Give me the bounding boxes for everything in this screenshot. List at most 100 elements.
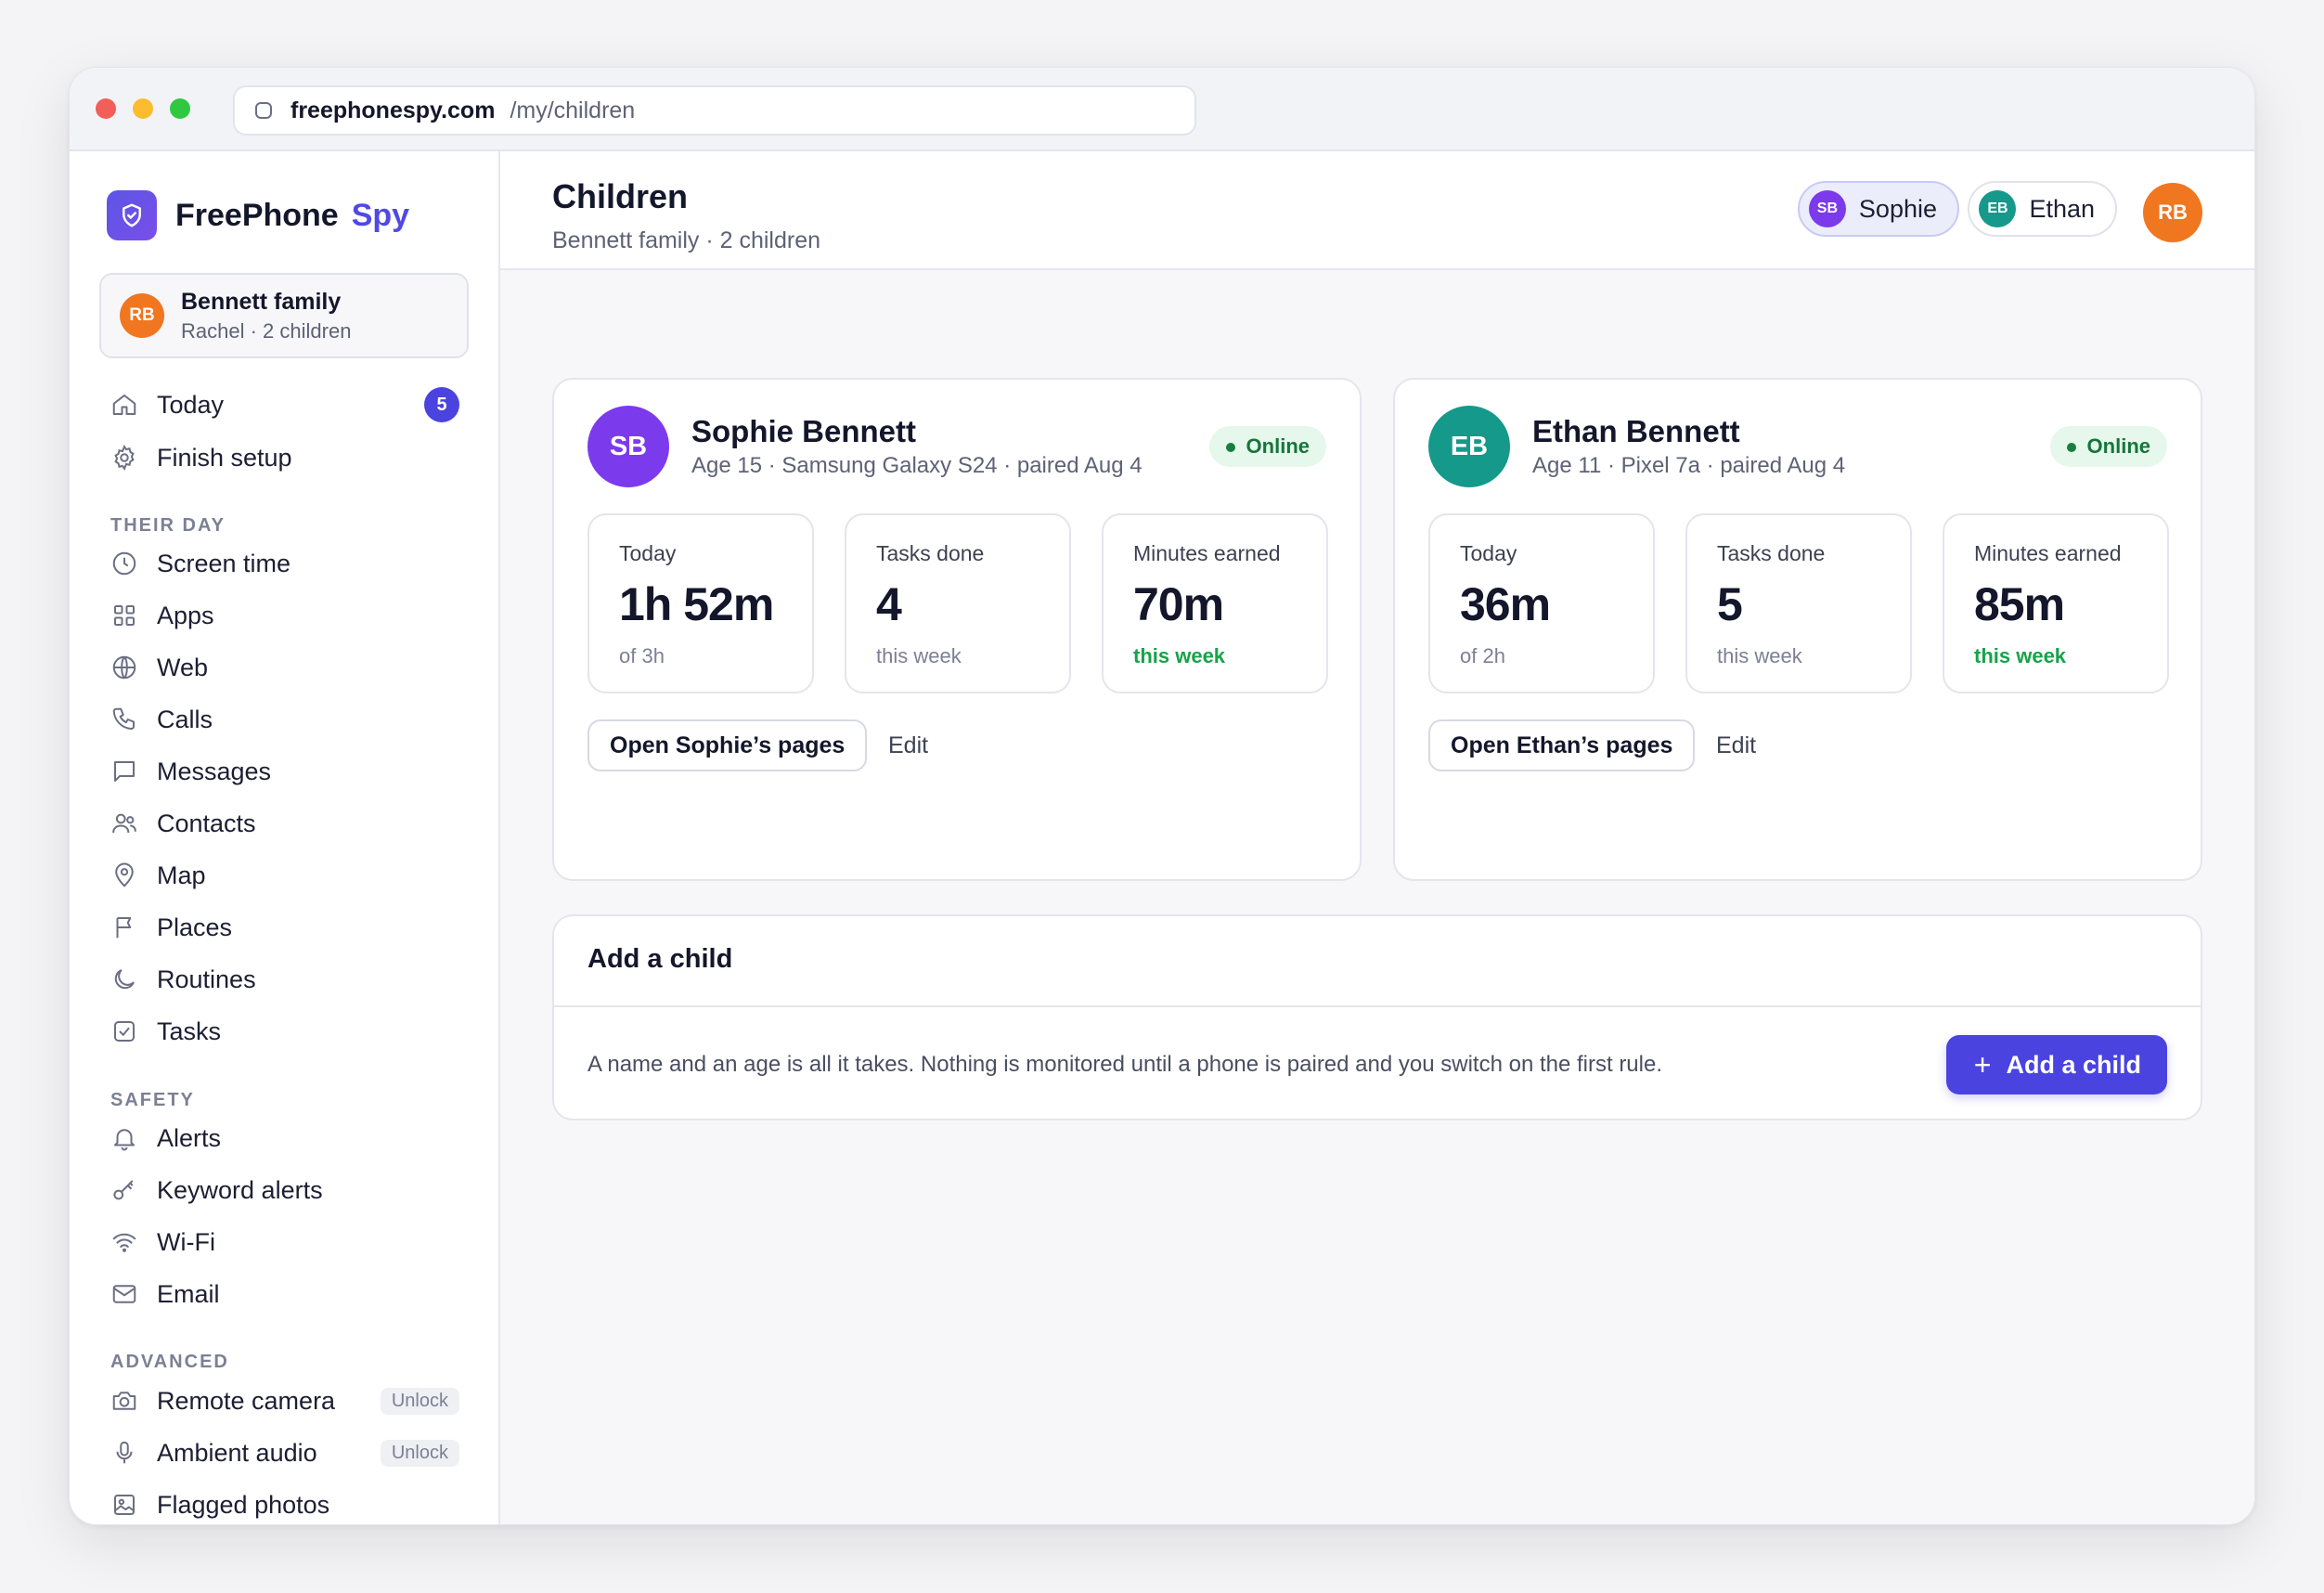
sidebar-item-flagged-photos[interactable]: Flagged photos — [97, 1481, 471, 1524]
sidebar-item-label: Calls — [157, 705, 213, 733]
stat-value: 1h 52m — [619, 578, 774, 630]
sidebar-item-ambient-audio[interactable]: Ambient audio Unlock — [97, 1429, 471, 1477]
avatar: RB — [120, 293, 164, 338]
brand[interactable]: FreePhone Spy — [107, 190, 409, 240]
sidebar-item-keyword-alerts[interactable]: Keyword alerts — [97, 1166, 471, 1214]
avatar: SB — [587, 406, 669, 487]
add-child-button[interactable]: + Add a child — [1945, 1035, 2167, 1094]
child-chip-sophie[interactable]: SB Sophie — [1797, 181, 1959, 237]
section-title-their-day: THEIR DAY — [110, 515, 226, 536]
globe-icon — [112, 655, 136, 680]
stat-value: 5 — [1717, 578, 1743, 630]
sidebar-item-label: Ambient audio — [157, 1438, 317, 1467]
child-chip-ethan[interactable]: EB Ethan — [1968, 181, 2117, 237]
stat-minutes-earned: Minutes earned 70m this week — [1102, 513, 1328, 693]
sidebar: FreePhone Spy RB Bennett family Rachel ·… — [70, 151, 500, 1524]
stat-sub: of 2h — [1460, 644, 1505, 667]
stat-value: 70m — [1133, 578, 1224, 630]
sidebar-item-today[interactable]: Today 5 — [97, 381, 471, 429]
url-path: /my/children — [510, 97, 636, 123]
stat-label: Minutes earned — [1133, 541, 1281, 565]
button-label: Add a child — [2006, 1050, 2141, 1079]
unlock-badge: Unlock — [380, 1387, 459, 1415]
child-name: Sophie Bennett — [691, 414, 917, 448]
stat-tasks-done: Tasks done 5 this week — [1685, 513, 1912, 693]
stat-tasks-done: Tasks done 4 this week — [845, 513, 1071, 693]
sidebar-item-alerts[interactable]: Alerts — [97, 1114, 471, 1162]
sidebar-item-calls[interactable]: Calls — [97, 695, 471, 744]
stat-label: Today — [619, 541, 677, 565]
sidebar-item-tasks[interactable]: Tasks — [97, 1007, 471, 1056]
brand-name: FreePhone — [175, 197, 339, 233]
page-header: Children Bennett family · 2 children SB … — [500, 151, 2254, 270]
title-bar: freephonespy.com /my/children — [70, 68, 2254, 151]
users-icon — [112, 813, 136, 834]
wifi-icon — [112, 1233, 136, 1252]
chip-label: Ethan — [2029, 194, 2095, 223]
chat-icon — [114, 761, 135, 782]
sidebar-item-label: Email — [157, 1279, 220, 1308]
status-badge: Online — [2049, 426, 2167, 467]
open-child-pages-button[interactable]: Open Sophie’s pages — [587, 719, 868, 771]
stat-today: Today 36m of 2h — [1428, 513, 1655, 693]
edit-child-button[interactable]: Edit — [1716, 719, 1756, 771]
sidebar-item-apps[interactable]: Apps — [97, 591, 471, 640]
stat-sub: this week — [876, 644, 962, 667]
sidebar-item-label: Places — [157, 913, 233, 941]
sidebar-item-messages[interactable]: Messages — [97, 747, 471, 796]
moon-icon — [114, 969, 135, 990]
sidebar-item-web[interactable]: Web — [97, 643, 471, 692]
close-window-button[interactable] — [96, 98, 116, 119]
sidebar-item-label: Map — [157, 861, 206, 889]
child-card-ethan: EB Ethan Bennett Age 11 · Pixel 7a · pai… — [1393, 378, 2202, 881]
status-badge: Online — [1208, 426, 1326, 467]
sidebar-item-routines[interactable]: Routines — [97, 955, 471, 1004]
microphone-icon — [116, 1441, 133, 1464]
avatar: EB — [1428, 406, 1510, 487]
address-bar[interactable]: freephonespy.com /my/children — [233, 85, 1196, 136]
sidebar-item-screen-time[interactable]: Screen time — [97, 539, 471, 588]
stat-sub: of 3h — [619, 644, 665, 667]
bell-icon — [114, 1129, 135, 1151]
sidebar-item-map[interactable]: Map — [97, 851, 471, 900]
family-name: Bennett family — [181, 288, 342, 315]
open-child-pages-button[interactable]: Open Ethan’s pages — [1428, 719, 1696, 771]
sidebar-item-remote-camera[interactable]: Remote camera Unlock — [97, 1377, 471, 1425]
sidebar-item-label: Web — [157, 653, 209, 681]
sidebar-item-places[interactable]: Places — [97, 903, 471, 952]
plus-icon: + — [1973, 1047, 1992, 1081]
sidebar-item-contacts[interactable]: Contacts — [97, 799, 471, 848]
avatar: EB — [1979, 190, 2017, 227]
notification-badge: 5 — [424, 387, 459, 422]
sidebar-item-label: Messages — [157, 757, 272, 785]
shield-logo-icon — [107, 190, 157, 240]
edit-child-button[interactable]: Edit — [888, 719, 928, 771]
sidebar-item-label: Contacts — [157, 809, 256, 837]
main-content: Children Bennett family · 2 children SB … — [500, 151, 2254, 1524]
add-child-title: Add a child — [587, 944, 733, 974]
user-avatar[interactable]: RB — [2143, 183, 2202, 242]
lock-icon — [255, 102, 272, 119]
stat-value: 4 — [876, 578, 902, 630]
browser-window: freephonespy.com /my/children FreePhone … — [69, 67, 2255, 1525]
phone-icon — [112, 707, 135, 730]
sidebar-item-label: Finish setup — [157, 443, 292, 472]
child-card-sophie: SB Sophie Bennett Age 15 · Samsung Galax… — [552, 378, 1362, 881]
sidebar-item-email[interactable]: Email — [97, 1270, 471, 1318]
sidebar-item-wifi[interactable]: Wi-Fi — [97, 1218, 471, 1266]
image-icon — [114, 1495, 135, 1515]
brand-accent: Spy — [351, 197, 410, 233]
add-child-description: A name and an age is all it takes. Nothi… — [587, 1052, 1662, 1077]
stat-minutes-earned: Minutes earned 85m this week — [1943, 513, 2169, 693]
stat-sub: this week — [1974, 644, 2067, 667]
sidebar-item-finish-setup[interactable]: Finish setup — [97, 434, 471, 482]
family-switcher[interactable]: RB Bennett family Rachel · 2 children — [99, 273, 469, 358]
sidebar-item-label: Routines — [157, 965, 256, 993]
stat-label: Tasks done — [1717, 541, 1826, 565]
sidebar-item-label: Flagged photos — [157, 1490, 330, 1519]
family-sub: Rachel · 2 children — [181, 318, 352, 343]
gear-icon — [114, 444, 135, 472]
maximize-window-button[interactable] — [170, 98, 190, 119]
section-title-advanced: ADVANCED — [110, 1352, 229, 1372]
minimize-window-button[interactable] — [133, 98, 153, 119]
